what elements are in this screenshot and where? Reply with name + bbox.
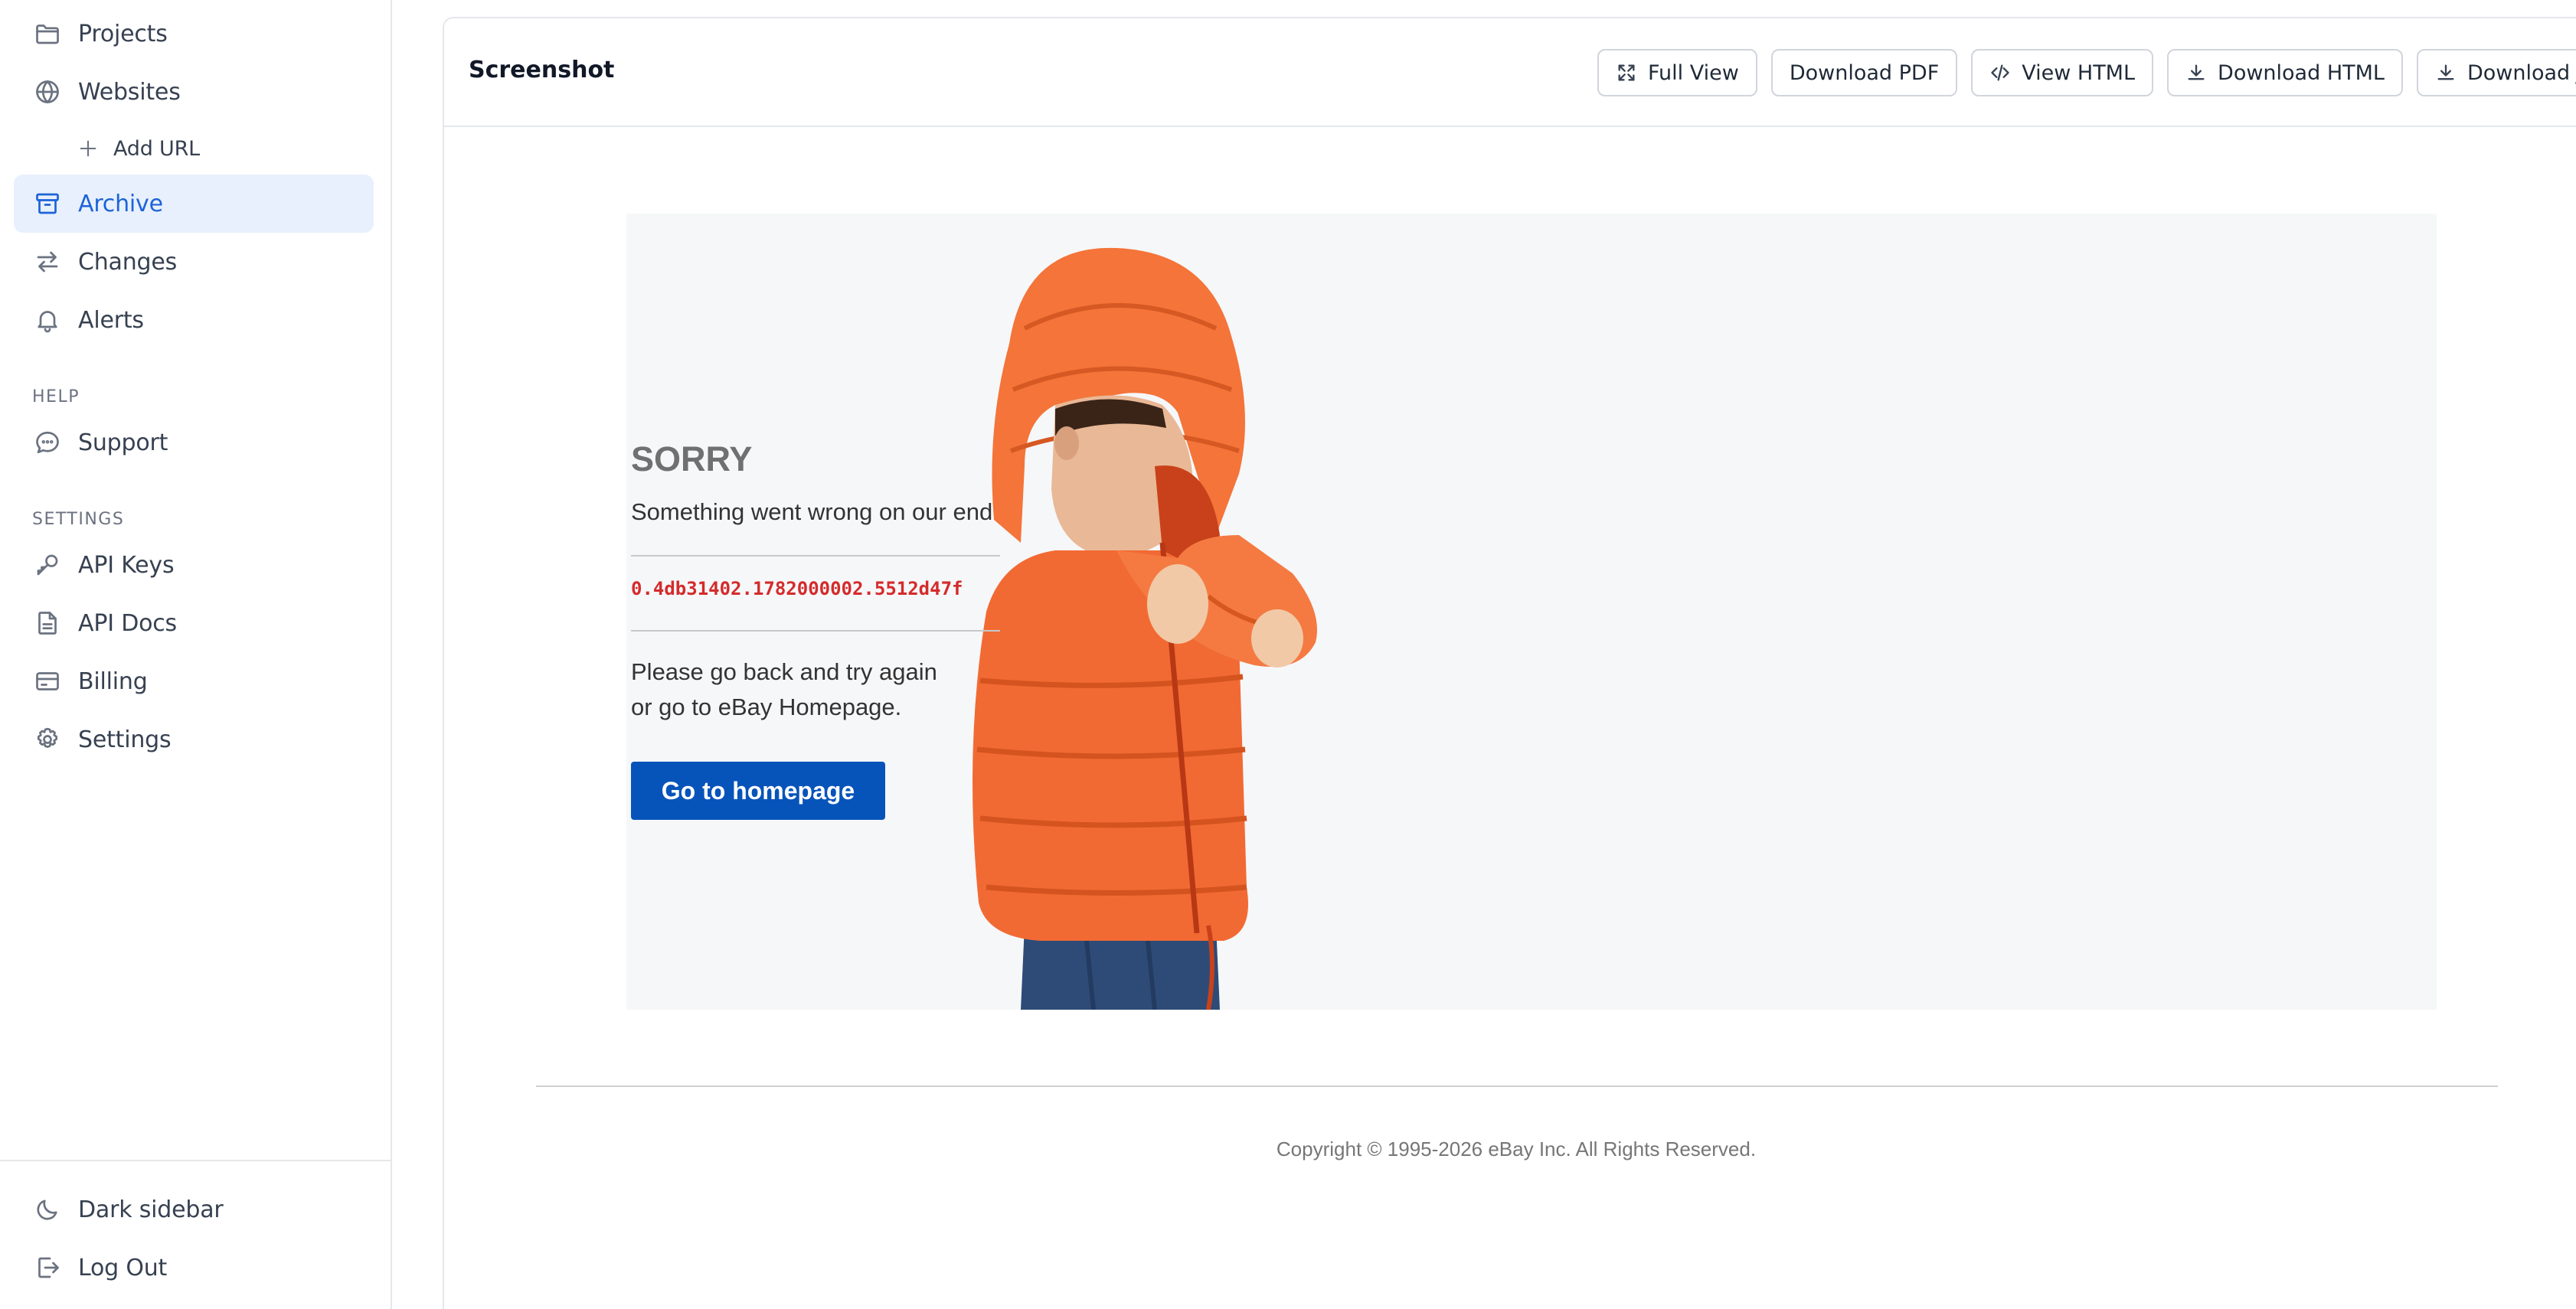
full-view-label: Full View bbox=[1648, 60, 1739, 85]
chat-bubble-icon bbox=[32, 427, 63, 458]
sidebar-item-log-out[interactable]: Log Out bbox=[14, 1239, 374, 1297]
sidebar-item-api-docs[interactable]: API Docs bbox=[14, 594, 374, 652]
download-jpg-button[interactable]: Download JPG bbox=[2416, 49, 2576, 96]
sidebar-item-websites[interactable]: Websites bbox=[14, 63, 374, 121]
sidebar-item-projects[interactable]: Projects bbox=[14, 5, 374, 63]
sidebar-item-label: Dark sidebar bbox=[78, 1196, 224, 1223]
help-section-label: HELP bbox=[32, 387, 80, 406]
sidebar: Projects Websites Add URL Archive Change… bbox=[0, 0, 392, 1309]
sidebar-item-label: Log Out bbox=[78, 1254, 168, 1281]
error-message-line-1: Please go back and try again bbox=[631, 658, 937, 685]
sidebar-item-changes[interactable]: Changes bbox=[14, 233, 374, 291]
full-view-button[interactable]: Full View bbox=[1597, 49, 1757, 96]
sidebar-item-label: Support bbox=[78, 429, 168, 456]
plus-icon bbox=[77, 133, 100, 164]
document-icon bbox=[32, 608, 63, 638]
footer-divider bbox=[536, 1085, 2498, 1087]
sidebar-item-archive[interactable]: Archive bbox=[14, 175, 374, 233]
toolbar: Full View Download PDF View HTML Downloa… bbox=[1597, 49, 2576, 96]
divider bbox=[631, 630, 1000, 632]
sidebar-item-settings[interactable]: Settings bbox=[14, 710, 374, 769]
download-html-label: Download HTML bbox=[2218, 60, 2385, 85]
sidebar-item-billing[interactable]: Billing bbox=[14, 652, 374, 710]
view-html-label: View HTML bbox=[2022, 60, 2136, 85]
sidebar-item-dark-sidebar[interactable]: Dark sidebar bbox=[14, 1180, 374, 1239]
sidebar-divider bbox=[0, 1160, 391, 1161]
bell-icon bbox=[32, 305, 63, 335]
copyright-text: Copyright © 1995-2026 eBay Inc. All Righ… bbox=[1276, 1138, 1757, 1160]
sidebar-item-label: Alerts bbox=[78, 306, 144, 334]
download-jpg-label: Download JPG bbox=[2466, 60, 2576, 85]
download-html-button[interactable]: Download HTML bbox=[2167, 49, 2403, 96]
globe-icon bbox=[32, 77, 63, 107]
settings-section-label: SETTINGS bbox=[32, 510, 125, 529]
panel-header: Screenshot Full View Download PDF View H… bbox=[444, 18, 2576, 127]
error-message: Please go back and try again or go to eB… bbox=[631, 654, 937, 725]
moon-icon bbox=[32, 1194, 63, 1225]
sidebar-item-label: Projects bbox=[78, 20, 168, 47]
sidebar-item-label: API Docs bbox=[78, 609, 177, 637]
gear-icon bbox=[32, 724, 63, 755]
view-html-button[interactable]: View HTML bbox=[1971, 49, 2154, 96]
error-message-line-2: or go to eBay Homepage. bbox=[631, 694, 902, 720]
panel-title: Screenshot bbox=[469, 57, 615, 83]
sidebar-item-label: Billing bbox=[78, 668, 148, 695]
sidebar-item-api-keys[interactable]: API Keys bbox=[14, 536, 374, 594]
sidebar-item-label: Archive bbox=[78, 190, 163, 217]
sidebar-item-label: Websites bbox=[78, 78, 181, 106]
logout-icon bbox=[32, 1252, 63, 1283]
code-icon bbox=[1989, 62, 2011, 83]
sidebar-item-label: Settings bbox=[78, 726, 172, 753]
download-icon bbox=[2435, 62, 2457, 83]
error-code: 0.4db31402.1782000002.5512d47f bbox=[631, 578, 963, 599]
sidebar-item-label: Changes bbox=[78, 248, 178, 276]
sidebar-item-label: Add URL bbox=[113, 136, 201, 161]
divider bbox=[631, 555, 1000, 557]
sidebar-item-label: API Keys bbox=[78, 551, 175, 579]
child-in-orange-jacket-image bbox=[973, 247, 1317, 1010]
sidebar-item-add-url[interactable]: Add URL bbox=[61, 119, 368, 178]
go-to-homepage-button[interactable]: Go to homepage bbox=[631, 762, 885, 820]
folder-icon bbox=[32, 18, 63, 49]
download-icon bbox=[2185, 62, 2207, 83]
download-pdf-button[interactable]: Download PDF bbox=[1770, 49, 1958, 96]
expand-icon bbox=[1616, 62, 1637, 83]
sidebar-item-alerts[interactable]: Alerts bbox=[14, 291, 374, 349]
archive-icon bbox=[32, 188, 63, 219]
credit-card-icon bbox=[32, 666, 63, 697]
arrows-swap-icon bbox=[32, 246, 63, 277]
captured-page-screenshot: SORRY Something went wrong on our end 0.… bbox=[626, 214, 2437, 1010]
download-pdf-label: Download PDF bbox=[1789, 60, 1940, 85]
error-title: SORRY bbox=[631, 439, 753, 478]
key-icon bbox=[32, 550, 63, 580]
error-subtitle: Something went wrong on our end bbox=[631, 498, 993, 525]
sidebar-item-support[interactable]: Support bbox=[14, 413, 374, 472]
